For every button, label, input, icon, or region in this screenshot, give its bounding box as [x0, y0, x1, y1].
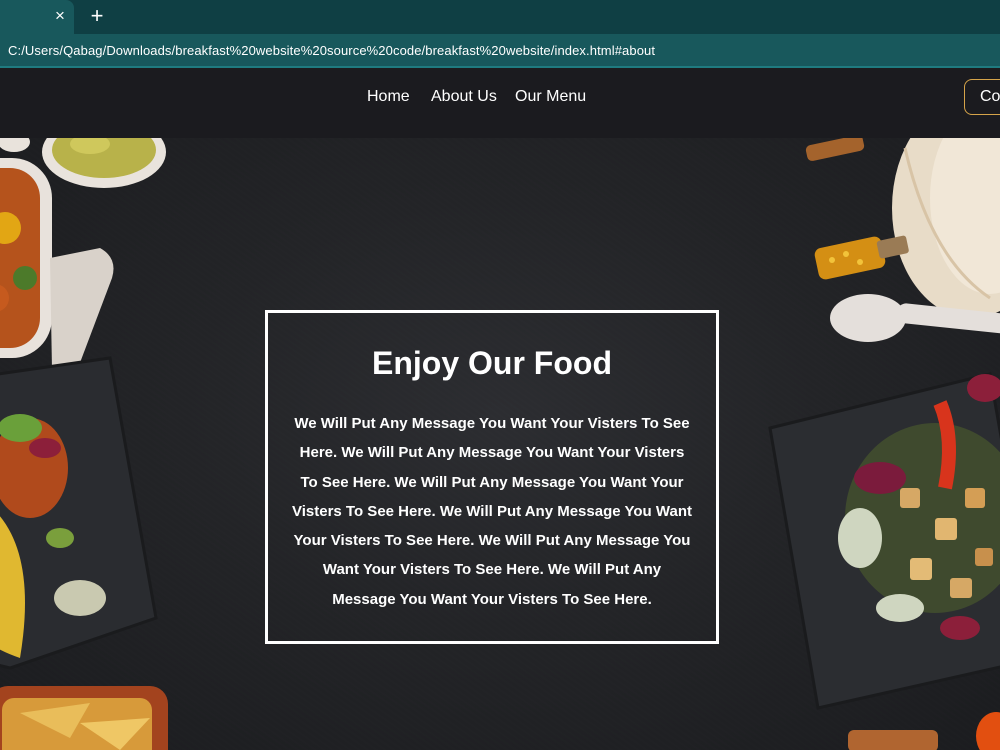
contact-button[interactable]: Co — [964, 79, 1000, 115]
address-bar[interactable]: C:/Users/Qabag/Downloads/breakfast%20web… — [0, 34, 1000, 68]
nav-menu-link[interactable]: Our Menu — [515, 88, 586, 106]
hero-content-box: Enjoy Our Food We Will Put Any Message Y… — [265, 310, 719, 644]
browser-tab[interactable]: × — [0, 0, 74, 34]
url-text[interactable]: C:/Users/Qabag/Downloads/breakfast%20web… — [8, 43, 655, 58]
nav-about-link[interactable]: About Us — [431, 88, 497, 106]
site-navbar: Home About Us Our Menu Co — [0, 70, 1000, 138]
new-tab-icon[interactable]: + — [86, 5, 108, 27]
browser-tabstrip: × + — [0, 0, 1000, 34]
hero-title: Enjoy Our Food — [372, 345, 612, 381]
nav-home-link[interactable]: Home — [367, 88, 410, 106]
close-tab-icon[interactable]: × — [50, 6, 70, 26]
hero-description: We Will Put Any Message You Want Your Vi… — [292, 415, 692, 608]
hero-section: Enjoy Our Food We Will Put Any Message Y… — [0, 138, 1000, 750]
